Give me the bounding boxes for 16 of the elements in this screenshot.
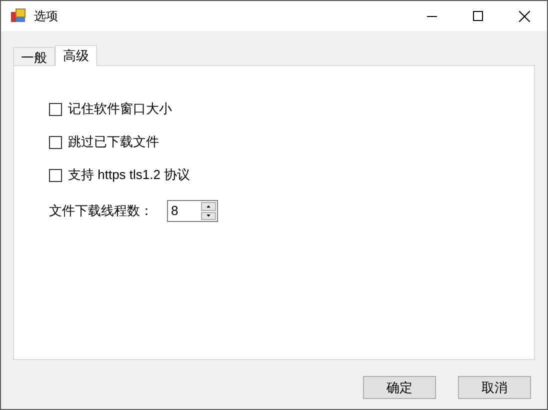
tab[interactable]: 高级	[55, 45, 97, 66]
checkbox[interactable]	[49, 136, 62, 148]
checkbox-label[interactable]: 记住软件窗口大小	[68, 99, 172, 119]
maximize-icon	[473, 11, 483, 21]
tab[interactable]: 一般	[13, 47, 55, 65]
dialog-button[interactable]: 取消	[458, 376, 531, 399]
thread-count-label: 文件下载线程数：	[49, 202, 153, 220]
dialog-button[interactable]: 确定	[363, 376, 436, 399]
window-title: 选项	[34, 8, 58, 25]
checkbox[interactable]	[49, 102, 62, 116]
spin-box[interactable]: 8	[167, 200, 218, 222]
app-icon	[10, 8, 26, 24]
checkbox-label[interactable]: 跳过已下载文件	[68, 132, 159, 152]
checkbox-label[interactable]: 支持 https tls1.2 协议	[68, 165, 190, 185]
close-icon	[518, 10, 530, 22]
checkbox[interactable]	[49, 168, 62, 182]
